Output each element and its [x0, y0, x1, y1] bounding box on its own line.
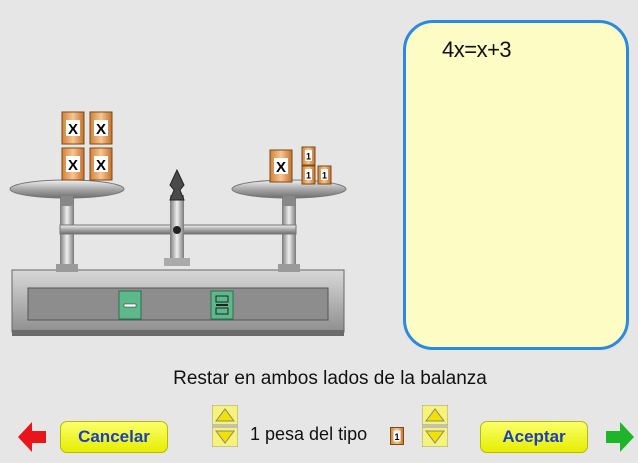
weight-unit-label: 1	[322, 171, 327, 181]
weight-x-label: X	[96, 121, 106, 138]
weight-unit-label: 1	[306, 152, 311, 162]
scale-foot	[12, 330, 344, 336]
decrement-arrow-icon[interactable]	[422, 426, 448, 447]
equation-panel: 4x=x+3	[403, 20, 629, 350]
left-pan	[9, 179, 125, 199]
weight-type-stepper[interactable]	[422, 405, 448, 447]
selected-weight-type-icon: 1	[390, 427, 404, 445]
weight-x-label: X	[68, 157, 78, 174]
cancel-button[interactable]: Cancelar	[60, 421, 168, 453]
x-weight: X	[89, 111, 113, 145]
weight-unit-label: 1	[306, 171, 311, 181]
decrement-arrow-icon[interactable]	[212, 426, 238, 447]
balance-scale: X X X X X 1 1 1	[9, 111, 347, 336]
balance-activity: X X X X X 1 1 1 4x=x+3 Restar en ambos l…	[0, 0, 638, 463]
increment-arrow-icon[interactable]	[422, 405, 448, 426]
weight-x-label: X	[96, 157, 106, 174]
selected-weight-type-label: 1	[394, 432, 399, 442]
scale-panel	[27, 287, 329, 321]
x-weight: X	[61, 147, 85, 181]
weight-x-label: X	[68, 121, 78, 138]
subtract-button[interactable]	[118, 290, 142, 320]
x-weight: X	[269, 149, 293, 183]
unit-weight: 1	[317, 165, 332, 185]
next-arrow-icon[interactable]	[606, 422, 634, 452]
equation-text: 4x=x+3	[442, 37, 512, 62]
unit-weight: 1	[301, 146, 316, 166]
x-weight: X	[89, 147, 113, 181]
weight-count-stepper[interactable]	[212, 405, 238, 447]
divide-button[interactable]	[210, 290, 234, 320]
back-arrow-icon[interactable]	[18, 422, 46, 452]
weights-label: 1 pesa del tipo	[250, 424, 368, 444]
increment-arrow-icon[interactable]	[212, 405, 238, 426]
accept-button[interactable]: Aceptar	[480, 421, 588, 453]
unit-weight: 1	[301, 165, 316, 185]
weight-x-label: X	[276, 159, 286, 176]
instruction-text: Restar en ambos lados de la balanza	[173, 368, 487, 389]
x-weight: X	[61, 111, 85, 145]
